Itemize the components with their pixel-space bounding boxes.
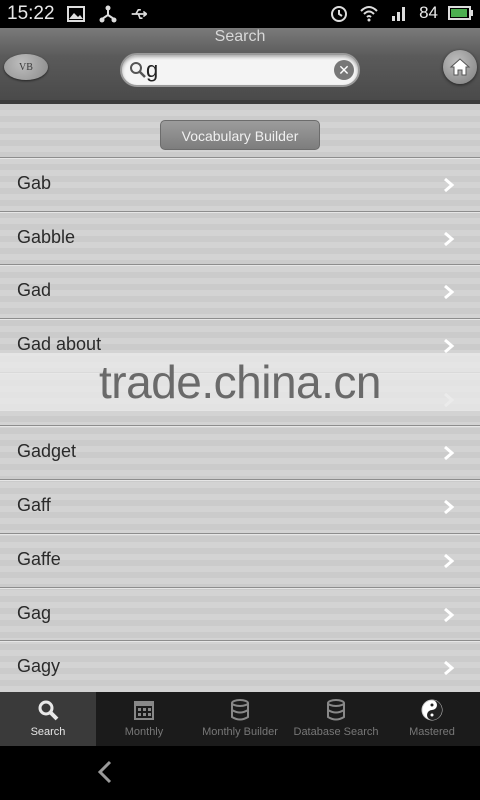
list-item-word: Gabble (17, 226, 76, 247)
search-input[interactable] (146, 57, 330, 83)
home-icon (449, 58, 471, 76)
calendar-icon (134, 701, 154, 720)
tab-label: Monthly Builder (202, 726, 278, 738)
vocabulary-builder-button[interactable]: Vocabulary Builder (160, 120, 320, 150)
usb-debug-icon (99, 5, 117, 23)
search-box[interactable]: ✕ (120, 53, 360, 87)
list-item-word: Gadget (17, 441, 77, 462)
chevron-right-icon (444, 607, 455, 622)
list-item[interactable]: Gaff (0, 480, 480, 534)
battery-icon (448, 6, 473, 20)
chevron-right-icon (444, 446, 455, 461)
tab-label: Database Search (293, 726, 379, 738)
3g-signal-icon (392, 7, 406, 21)
page-title: Search (214, 28, 266, 45)
chevron-right-icon (444, 231, 455, 246)
chevron-right-icon (444, 177, 455, 193)
database-icon (231, 699, 249, 721)
list-item[interactable]: Gaffe (0, 533, 480, 588)
tab-bar: Search Monthly Monthly Builder Database … (0, 692, 480, 746)
battery-percent: 84 (419, 3, 438, 22)
image-icon (67, 6, 85, 22)
yin-yang-icon (421, 699, 443, 721)
list-item[interactable] (0, 372, 480, 427)
list-item-word: Gad (17, 280, 52, 301)
status-bar: 15:22 84 (0, 0, 480, 28)
list-item[interactable]: Gad (0, 265, 480, 320)
search-icon (130, 62, 146, 78)
section-header: Vocabulary Builder (0, 104, 480, 158)
word-list: Gab Gabble Gad Gad about Gadget Gaff Gaffe Gag G… (0, 158, 480, 692)
tab-label: Search (30, 726, 66, 738)
tab-mastered[interactable]: Mastered (384, 692, 480, 746)
alarm-icon (331, 6, 348, 22)
list-item[interactable]: Gabble (0, 211, 480, 266)
list-item[interactable]: Gad about (0, 319, 480, 373)
navigation-bar (0, 746, 480, 800)
database-icon (327, 699, 345, 721)
chevron-right-icon (444, 553, 455, 568)
tab-monthly[interactable]: Monthly (96, 692, 192, 746)
list-item-word: Gag (17, 602, 52, 623)
search-icon (38, 700, 59, 721)
usb-icon (131, 9, 148, 19)
wifi-icon (360, 6, 378, 22)
list-item[interactable]: Gagy (0, 641, 480, 692)
clear-icon[interactable]: ✕ (334, 60, 354, 80)
list-item[interactable]: Gag (0, 587, 480, 642)
tab-monthly-builder[interactable]: Monthly Builder (192, 692, 288, 746)
list-item-word: Gagy (17, 656, 61, 677)
chevron-right-icon (444, 338, 455, 354)
status-time: 15:22 (7, 3, 55, 24)
list-item-word: Gaff (17, 495, 51, 516)
list-item-word: Gad about (17, 334, 102, 355)
list-item[interactable]: Gab (0, 158, 480, 212)
tab-label: Monthly (124, 726, 164, 738)
chevron-right-icon (444, 285, 455, 300)
system-status-icons: 84 (329, 3, 474, 23)
list-item-word: Gab (17, 173, 52, 193)
word-list-area[interactable]: Vocabulary Builder Gab Gabble Gad Gad about… (0, 104, 480, 692)
back-icon[interactable] (92, 758, 120, 786)
tab-database-search[interactable]: Database Search (288, 692, 384, 746)
tab-label: Mastered (409, 726, 455, 738)
chevron-right-icon (444, 499, 455, 515)
list-item[interactable]: Gadget (0, 426, 480, 481)
chevron-right-icon (444, 392, 455, 407)
chevron-right-icon (444, 661, 455, 676)
tab-search[interactable]: Search (0, 692, 96, 746)
list-item-word: Gaffe (17, 548, 61, 569)
notification-icons (66, 4, 150, 24)
home-button[interactable] (443, 50, 477, 84)
app-header: Search VB ✕ (0, 28, 480, 104)
vb-logo[interactable]: VB (4, 54, 48, 80)
